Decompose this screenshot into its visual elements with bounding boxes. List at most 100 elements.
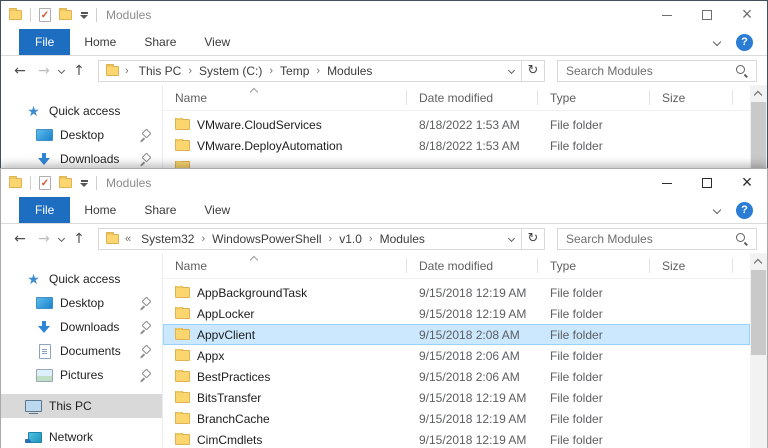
file-row[interactable]: Appx 9/15/2018 2:06 AM File folder [163,345,750,366]
search-icon[interactable] [735,232,748,245]
breadcrumb-segment-label[interactable]: v1.0 [335,232,366,246]
column-header-date-modified[interactable]: Date modified [407,253,538,278]
file-name: BranchCache [197,412,270,426]
new-folder-icon[interactable] [59,178,72,188]
forward-button[interactable]: → [35,63,53,79]
ribbon-expand-icon[interactable] [713,38,721,46]
file-row[interactable]: AppvClient 9/15/2018 2:08 AM File folder [163,324,750,345]
file-row[interactable]: BranchCache 9/15/2018 12:19 AM File fold… [163,408,750,429]
column-header-name[interactable]: Name [163,85,407,110]
breadcrumb-segment[interactable]: Modules › [376,232,429,246]
file-date-modified: 9/15/2018 12:19 AM [407,391,538,405]
file-row[interactable]: BitsTransfer 9/15/2018 12:19 AM File fol… [163,387,750,408]
ribbon-expand-icon[interactable] [713,206,721,214]
properties-check-icon[interactable]: ✓ [39,176,51,190]
sidebar-item[interactable]: Quick access [1,267,162,291]
up-button[interactable]: ↑ [70,231,88,247]
sidebar-item[interactable]: Downloads [1,147,162,170]
column-header-name[interactable]: Name [163,253,407,278]
minimize-button[interactable] [647,1,687,29]
breadcrumb-segment-label[interactable]: System (C:) [195,64,266,78]
sidebar-item[interactable]: Downloads [1,315,162,339]
column-header-type[interactable]: Type [538,85,650,110]
sort-ascending-icon [250,88,258,96]
breadcrumb-segment-label[interactable]: WindowsPowerShell [208,232,325,246]
close-button[interactable]: × [727,169,767,197]
breadcrumb-segment[interactable]: System32 › [137,232,208,246]
recent-locations-icon[interactable] [58,67,65,74]
scroll-up-icon[interactable] [754,259,762,267]
file-row[interactable]: CimCmdlets 9/15/2018 12:19 AM File folde… [163,429,750,448]
properties-check-icon[interactable]: ✓ [39,8,51,22]
new-folder-icon[interactable] [59,10,72,20]
help-button[interactable]: ? [736,202,753,219]
tab-home[interactable]: Home [70,197,130,223]
qat-dropdown-icon[interactable] [80,12,88,19]
scrollbar-thumb[interactable] [751,270,766,355]
breadcrumb-segment-label[interactable]: Modules [376,232,429,246]
folder-icon [175,329,190,340]
window-content: Quick access Desktop Downloads Documents… [1,253,767,448]
breadcrumb-segment-label[interactable]: Temp [276,64,313,78]
address-field[interactable]: › This PC › System (C:) › Temp › Modules… [98,60,522,82]
file-name: BestPractices [197,370,270,384]
breadcrumb-segment[interactable]: Temp › [276,64,323,78]
breadcrumb-segment-label[interactable]: Modules [323,64,376,78]
column-header-type[interactable]: Type [538,253,650,278]
tab-view[interactable]: View [190,197,244,223]
file-row[interactable]: VMware.CloudServices 8/18/2022 1:53 AM F… [163,114,750,135]
scrollbar-thumb[interactable] [751,102,766,170]
breadcrumb-segment[interactable]: System (C:) › [195,64,276,78]
column-headers: Name Date modified Type Size [163,85,750,111]
file-row[interactable]: BestPractices 9/15/2018 2:06 AM File fol… [163,366,750,387]
column-header-size[interactable]: Size [650,85,733,110]
refresh-button[interactable]: ↻ [522,60,545,82]
file-row[interactable]: AppLocker 9/15/2018 12:19 AM File folder [163,303,750,324]
file-row[interactable]: AppBackgroundTask 9/15/2018 12:19 AM Fil… [163,282,750,303]
breadcrumb-segment[interactable]: v1.0 › [335,232,375,246]
back-button[interactable]: ← [11,63,29,79]
minimize-button[interactable] [647,169,687,197]
recent-locations-icon[interactable] [58,235,65,242]
forward-button[interactable]: → [35,231,53,247]
sidebar-item[interactable]: Desktop [1,123,162,147]
breadcrumb-segment[interactable]: WindowsPowerShell › [208,232,335,246]
column-header-size[interactable]: Size [650,253,733,278]
sidebar-item[interactable]: Pictures [1,363,162,387]
maximize-button[interactable] [687,1,727,29]
column-header-date-modified[interactable]: Date modified [407,85,538,110]
breadcrumb-segment[interactable]: Modules › [323,64,376,78]
back-button[interactable]: ← [11,231,29,247]
search-icon[interactable] [735,64,748,77]
close-button[interactable]: × [727,1,767,29]
search-input[interactable]: Search Modules [557,60,757,82]
sidebar-item[interactable]: Quick access [1,99,162,123]
vertical-scrollbar[interactable] [750,253,767,448]
sidebar-item[interactable]: Network [1,425,162,448]
maximize-button[interactable] [687,169,727,197]
address-field[interactable]: « System32 › WindowsPowerShell › v1.0 › … [98,228,522,250]
tab-share[interactable]: Share [130,29,190,55]
breadcrumb-segment[interactable]: This PC › [135,64,195,78]
breadcrumb-segment-label[interactable]: This PC [135,64,186,78]
vertical-scrollbar[interactable] [750,85,767,170]
address-dropdown-icon[interactable] [508,235,515,242]
tab-view[interactable]: View [190,29,244,55]
refresh-button[interactable]: ↻ [522,228,545,250]
tab-file[interactable]: File [19,197,70,223]
breadcrumb-segment-label[interactable]: System32 [137,232,198,246]
up-button[interactable]: ↑ [70,63,88,79]
qat-dropdown-icon[interactable] [80,180,88,187]
tab-file[interactable]: File [19,29,70,55]
tab-share[interactable]: Share [130,197,190,223]
file-row[interactable]: VMware.DeployAutomation 8/18/2022 1:53 A… [163,135,750,156]
sidebar-item[interactable]: Desktop [1,291,162,315]
sidebar-item[interactable]: This PC [1,394,162,418]
help-button[interactable]: ? [736,34,753,51]
scroll-up-icon[interactable] [754,91,762,99]
tab-home[interactable]: Home [70,29,130,55]
file-type: File folder [538,349,650,363]
sidebar-item[interactable]: Documents [1,339,162,363]
search-input[interactable]: Search Modules [557,228,757,250]
address-dropdown-icon[interactable] [508,67,515,74]
